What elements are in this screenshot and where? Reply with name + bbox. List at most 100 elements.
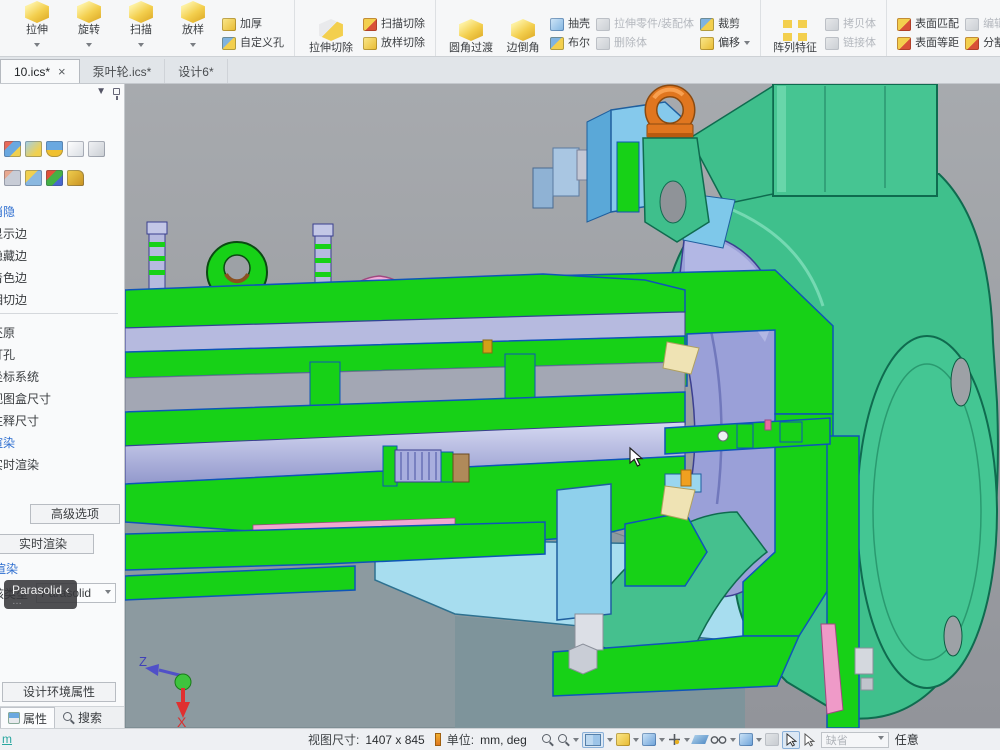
calculator-icon[interactable] [4, 170, 21, 186]
custom-hole-button[interactable]: 自定义孔 [222, 35, 284, 52]
status-link[interactable]: m [2, 732, 12, 746]
gear-part-icon[interactable] [25, 170, 42, 186]
chevron-down-icon[interactable] [607, 738, 613, 745]
shield-medal-icon[interactable] [46, 141, 63, 157]
pin-icon[interactable] [113, 88, 120, 95]
loft-button[interactable]: 放样 [167, 1, 219, 56]
edit-note-icon[interactable] [67, 141, 84, 157]
thicken-button[interactable]: 加厚 [222, 16, 284, 33]
ribbon-group-cut: 拉伸切除 扫描切除 放样切除 [295, 0, 436, 56]
x-axis-label: X [177, 714, 187, 728]
chevron-down-icon[interactable] [659, 738, 665, 745]
list-item[interactable]: 相切边 [0, 289, 124, 311]
list-item[interactable]: 着色边 [0, 267, 124, 289]
zoom-icon[interactable] [541, 733, 554, 746]
pattern-feature-icon [783, 20, 807, 41]
3d-viewport[interactable]: Z X [125, 84, 1000, 728]
list-item[interactable]: 实时渲染 [0, 454, 124, 476]
zoom-window-icon[interactable] [557, 733, 570, 746]
tab-document-1[interactable]: 10.ics* × [0, 59, 80, 83]
tab-document-3[interactable]: 设计6* [165, 59, 227, 83]
chevron-down-icon[interactable] [730, 738, 736, 745]
tab-label: 泵叶轮.ics* [93, 63, 152, 80]
chevron-down-icon[interactable] [573, 738, 579, 745]
pattern-feature-button[interactable]: 阵列特征 [768, 20, 822, 56]
render-link[interactable]: 渲染 [0, 560, 18, 577]
split-solid-surface-button[interactable]: 分割实体表面 [965, 35, 1000, 52]
suction-flange[interactable] [857, 336, 997, 688]
refresh-view-icon[interactable] [25, 141, 42, 157]
chevron-down-icon[interactable] [756, 738, 762, 745]
view-options-list: 还原 打孔 坐标系统 视图盒尺寸 注释尺寸 渲染 实时渲染 [0, 322, 124, 476]
chevron-down-icon [105, 590, 111, 597]
display-mode-list: 消隐 显示边 隐藏边 着色边 相切边 [0, 201, 124, 311]
ribbon-group-create: 拉伸 旋转 扫描 放样 加厚 [4, 0, 295, 56]
surface-offset-button[interactable]: 表面等距 [897, 35, 959, 52]
stretch-part-button[interactable]: 拉伸零件/装配体 [596, 16, 694, 33]
list-item[interactable]: 坐标系统 [0, 366, 124, 388]
tab-search[interactable]: 搜索 [55, 707, 109, 728]
chevron-down-icon[interactable] [684, 738, 690, 745]
list-item[interactable]: 隐藏边 [0, 245, 124, 267]
edit-surface-radius-button[interactable]: 编辑表面半径 [965, 16, 1000, 33]
list-item[interactable]: 视图盒尺寸 [0, 388, 124, 410]
list-item[interactable]: 显示边 [0, 223, 124, 245]
unit-value: mm, deg [480, 733, 527, 747]
copy-body-button[interactable]: 拷贝体 [825, 16, 876, 33]
axis-triad-icon[interactable] [46, 170, 63, 186]
select-cursor-icon [785, 733, 797, 747]
angle-any-label[interactable]: 任意 [895, 731, 919, 748]
loft-cut-icon [363, 37, 377, 50]
panel-icon-row-2 [4, 170, 84, 186]
kernel-tooltip: Parasolid ‹ … [4, 580, 77, 609]
link-body-button[interactable]: 链接体 [825, 35, 876, 52]
plane-icon[interactable] [691, 735, 709, 744]
loft-cut-button[interactable]: 放样切除 [363, 35, 425, 52]
perspective-glasses-icon[interactable] [710, 734, 727, 745]
shell-button[interactable]: 抽壳 [550, 16, 590, 33]
chevron-down-icon[interactable] [633, 738, 639, 745]
fillet-button[interactable]: 圆角过渡 [443, 19, 499, 56]
select-tool-button[interactable] [782, 731, 800, 749]
revolve-button[interactable]: 旋转 [63, 1, 115, 56]
chamfer-button[interactable]: 边倒角 [499, 19, 547, 56]
extrude-button[interactable]: 拉伸 [11, 1, 63, 56]
chevron-down-icon[interactable]: ▼ [96, 86, 106, 97]
list-item[interactable]: 还原 [0, 322, 124, 344]
trim-button[interactable]: 裁剪 [700, 16, 750, 33]
list-item[interactable]: 渲染 [0, 432, 124, 454]
tab-document-2[interactable]: 泵叶轮.ics* [80, 59, 166, 83]
render-settings-icon[interactable] [4, 141, 21, 157]
realtime-render-button[interactable]: 实时渲染 [0, 534, 94, 554]
cursor-icon[interactable] [803, 733, 815, 747]
tab-label: 10.ics* [14, 65, 50, 79]
shading-mode-icon[interactable] [739, 733, 753, 746]
offset-button[interactable]: 偏移 [700, 35, 750, 52]
list-item[interactable]: 注释尺寸 [0, 410, 124, 432]
close-icon[interactable]: × [58, 67, 66, 77]
tool-boot-icon[interactable] [67, 170, 84, 186]
advanced-options-button[interactable]: 高级选项 [30, 504, 120, 524]
view-orientation-button[interactable] [582, 732, 604, 748]
surface-match-button[interactable]: 表面匹配 [897, 16, 959, 33]
z-axis-label: Z [139, 654, 147, 669]
chevron-down-icon [34, 43, 40, 50]
design-env-properties-button[interactable]: 设计环境属性 [2, 682, 116, 702]
copy-body-icon [825, 18, 839, 31]
sweep-icon [128, 1, 154, 23]
boolean-button[interactable]: 布尔 [550, 35, 590, 52]
snap-default-select[interactable]: 缺省 [821, 732, 889, 748]
sweep-cut-button[interactable]: 扫描切除 [363, 16, 425, 33]
list-item[interactable]: 打孔 [0, 344, 124, 366]
discharge-pipe[interactable] [773, 84, 937, 196]
extrude-cut-button[interactable]: 拉伸切除 [302, 19, 360, 56]
tab-properties[interactable]: 属性 [0, 707, 55, 728]
surface-match-icon [897, 18, 911, 31]
delete-body-button[interactable]: 删除体 [596, 35, 694, 52]
empty-box-icon[interactable] [88, 141, 105, 157]
render-mode-icon[interactable] [616, 733, 630, 746]
sweep-button[interactable]: 扫描 [115, 1, 167, 56]
display-mode-icon[interactable] [642, 733, 656, 746]
pan-icon[interactable] [668, 733, 681, 746]
list-item[interactable]: 消隐 [0, 201, 124, 223]
